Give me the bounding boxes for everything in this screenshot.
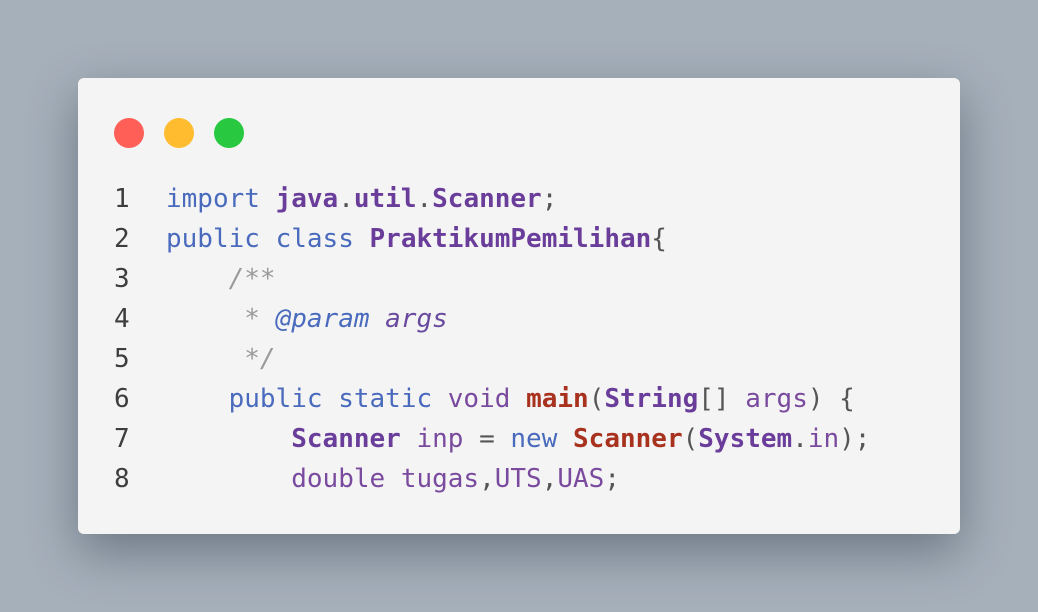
code-token: Scanner [291,424,401,454]
line-number: 6 [114,384,130,414]
code-token: . [792,424,808,454]
code-token: /** [228,264,276,294]
code-token: ( [682,424,699,454]
code-token: = [463,424,511,454]
code-token: public [228,384,323,414]
code-line: 7 Scanner inp = new Scanner(System.in); [114,419,870,459]
code-token: static [338,384,433,414]
code-token: ( [588,384,605,414]
line-source: public class PraktikumPemilihan{ [166,219,667,259]
line-number: 1 [114,184,130,214]
code-token: void [447,384,511,414]
line-number: 7 [114,424,130,454]
code-line: 5 */ [114,339,870,379]
close-dot-icon[interactable] [114,118,144,148]
line-source: */ [166,339,276,379]
line-source: Scanner inp = new Scanner(System.in); [166,419,870,459]
line-source: import java.util.Scanner; [166,179,557,219]
code-token: . [338,184,354,214]
code-token: { [651,224,667,254]
code-line: 2 public class PraktikumPemilihan{ [114,219,870,259]
line-source: /** [166,259,276,299]
line-number: 2 [114,224,130,254]
code-token: tugas [400,464,480,494]
code-token: System [698,424,793,454]
code-token: java [275,184,339,214]
line-source: * @param args [166,299,448,339]
line-number: 5 [114,344,130,374]
window-controls [114,118,244,148]
code-window: 1 import java.util.Scanner; 2 public class … [78,78,960,534]
code-token: @param [275,304,370,334]
code-token: ; [541,184,558,214]
line-source: double tugas,UTS,UAS; [166,459,620,499]
line-source: public static void main(String[] args) { [166,379,855,419]
code-token: Scanner [573,424,683,454]
code-token: Scanner [432,184,542,214]
code-token: */ [244,344,276,374]
code-token: ); [839,424,871,454]
code-token: args [745,384,808,414]
code-token: args [385,304,448,334]
code-block: 1 import java.util.Scanner; 2 public class … [114,179,870,499]
code-token: PraktikumPemilihan [369,224,652,254]
code-line: 8 double tugas,UTS,UAS; [114,459,870,499]
maximize-dot-icon[interactable] [214,118,244,148]
code-token: String [604,384,699,414]
code-token: new [510,424,558,454]
code-line: 1 import java.util.Scanner; [114,179,870,219]
code-token: [] [698,384,746,414]
code-token: ) { [807,384,855,414]
code-token: ; [604,464,620,494]
code-token: UAS [557,464,605,494]
code-token: * [244,304,276,334]
code-token: double [291,464,386,494]
line-number: 8 [114,464,130,494]
code-token: import [166,184,260,214]
code-line: 3 /** [114,259,870,299]
line-number: 3 [114,264,130,294]
code-token: class [275,224,354,254]
code-token: main [526,384,589,414]
minimize-dot-icon[interactable] [164,118,194,148]
line-number: 4 [114,304,130,334]
code-token: public [166,224,260,254]
code-token: , [479,464,495,494]
code-token: util [353,184,417,214]
code-token: UTS [494,464,542,494]
code-token: . [416,184,433,214]
code-token: inp [416,424,464,454]
code-line: 6 public static void main(String[] args)… [114,379,870,419]
code-token: , [541,464,558,494]
code-line: 4 * @param args [114,299,870,339]
code-token: in [807,424,840,454]
